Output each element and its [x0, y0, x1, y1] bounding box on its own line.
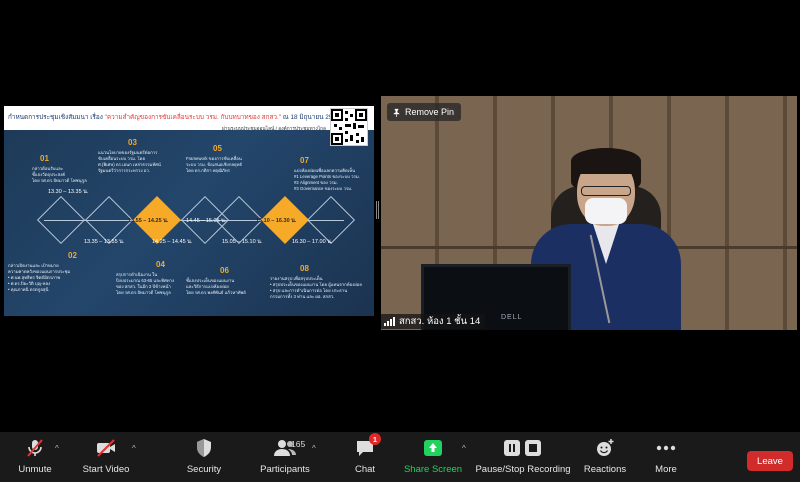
monitor-logo: DELL [501, 314, 523, 321]
start-video-button[interactable]: Start Video [61, 436, 151, 475]
more-label: More [655, 464, 677, 475]
participants-options-chevron-icon[interactable]: ^ [312, 444, 316, 453]
step-text-02: กล่าวเปิดงานและ เป้าหมาย ความคาดหวังของแ… [8, 263, 71, 292]
leave-button[interactable]: Leave [747, 451, 793, 471]
signal-strength-icon [384, 317, 395, 326]
shield-icon [195, 436, 213, 460]
step-text-07: แบ่งห้องย่อยเพื่อแลกความคิดเห็น #1 Lever… [294, 168, 360, 191]
time-slot-7: 15.10 – 16.30 น. [256, 218, 297, 224]
security-button[interactable]: Security [159, 436, 249, 475]
qr-code [330, 108, 368, 146]
participant-name-tag: สกสว. ห้อง 1 ชั้น 14 [381, 314, 486, 329]
chat-unread-badge: 1 [369, 433, 381, 445]
share-screen-label: Share Screen [403, 464, 463, 475]
pause-stop-recording-label: Pause/Stop Recording [475, 464, 571, 475]
step-text-05: Framework ของการขับเคลื่อน ระบบ วรม. ข้อ… [186, 156, 243, 173]
slide-header: กำหนดการประชุมเชิงสัมมนา เรื่อง "ความสำค… [4, 106, 374, 132]
pin-icon [392, 108, 401, 117]
chat-icon: 1 [355, 433, 381, 460]
remove-pin-button[interactable]: Remove Pin [387, 103, 462, 121]
step-number-05: 05 [213, 144, 222, 153]
video-options-chevron-icon[interactable]: ^ [132, 444, 136, 453]
time-slot-8: 16.30 – 17.00 น. [292, 239, 333, 245]
puzzle-piece-7 [306, 195, 356, 245]
time-slot-5: 14.45 – 15.05 น. [186, 218, 227, 224]
time-slot-4: 14.25 – 14.45 น. [152, 239, 193, 245]
step-number-01: 01 [40, 154, 49, 163]
step-number-08: 08 [300, 264, 309, 273]
puzzle-piece-1 [36, 195, 86, 245]
participants-button[interactable]: 165 Participants [240, 436, 330, 475]
participants-count: 165 [291, 439, 306, 449]
chat-label: Chat [354, 464, 376, 475]
meeting-toolbar: Unmute ^ Start Video ^ Security 165 Part… [0, 432, 800, 482]
microphone-muted-icon [25, 436, 45, 460]
person-glasses [581, 186, 631, 196]
step-number-03: 03 [128, 138, 137, 147]
start-video-label: Start Video [82, 464, 130, 475]
time-slot-2: 13.35 – 13.55 น. [84, 239, 125, 245]
more-button[interactable]: More [621, 436, 711, 475]
person-hair-top [571, 148, 641, 174]
time-slot-1: 13.30 – 13.35 น. [48, 189, 89, 195]
step-text-08: รายงานสรุป เพื่อสรุปประเด็น • สรุปประเด็… [270, 276, 362, 299]
remove-pin-label: Remove Pin [405, 107, 455, 117]
reactions-label: Reactions [583, 464, 627, 475]
share-screen-button[interactable]: Share Screen [388, 436, 478, 475]
share-screen-icon [423, 436, 443, 460]
slide-agenda: 01 02 03 04 05 06 07 08 กล่าวต้อนรับและ … [4, 130, 374, 316]
step-number-07: 07 [300, 156, 309, 165]
step-number-06: 06 [220, 266, 229, 275]
step-number-04: 04 [156, 260, 165, 269]
slide-title: กำหนดการประชุมเชิงสัมมนา เรื่อง "ความสำค… [8, 114, 340, 121]
step-number-02: 02 [68, 251, 77, 260]
person-mask [585, 198, 627, 224]
time-slot-6: 15.05 – 15.10 น. [222, 239, 263, 245]
split-view-handle[interactable] [376, 201, 379, 219]
share-options-chevron-icon[interactable]: ^ [462, 444, 466, 453]
audio-options-chevron-icon[interactable]: ^ [55, 444, 59, 453]
shared-slide: กำหนดการประชุมเชิงสัมมนา เรื่อง "ความสำค… [4, 106, 374, 316]
participants-icon: 165 [273, 436, 305, 460]
security-label: Security [186, 464, 222, 475]
participant-video[interactable]: DELL Remove Pin สกสว. ห้อง 1 ชั้น 14 [381, 96, 797, 330]
time-slot-3: 13.55 – 14.25 น. [128, 218, 169, 224]
participant-name: สกสว. ห้อง 1 ชั้น 14 [399, 316, 481, 327]
smiley-plus-icon [595, 436, 615, 460]
more-dots-icon [656, 436, 676, 460]
participants-label: Participants [260, 464, 310, 475]
step-text-03: แนวนโยบายของรัฐมนตรีต่อการ ขับเคลื่อนระบ… [98, 150, 161, 173]
pause-stop-icon [503, 436, 543, 460]
pause-stop-recording-button[interactable]: Pause/Stop Recording [475, 436, 571, 475]
unmute-label: Unmute [18, 464, 52, 475]
puzzle-piece-2 [84, 195, 134, 245]
video-off-icon [95, 436, 117, 460]
